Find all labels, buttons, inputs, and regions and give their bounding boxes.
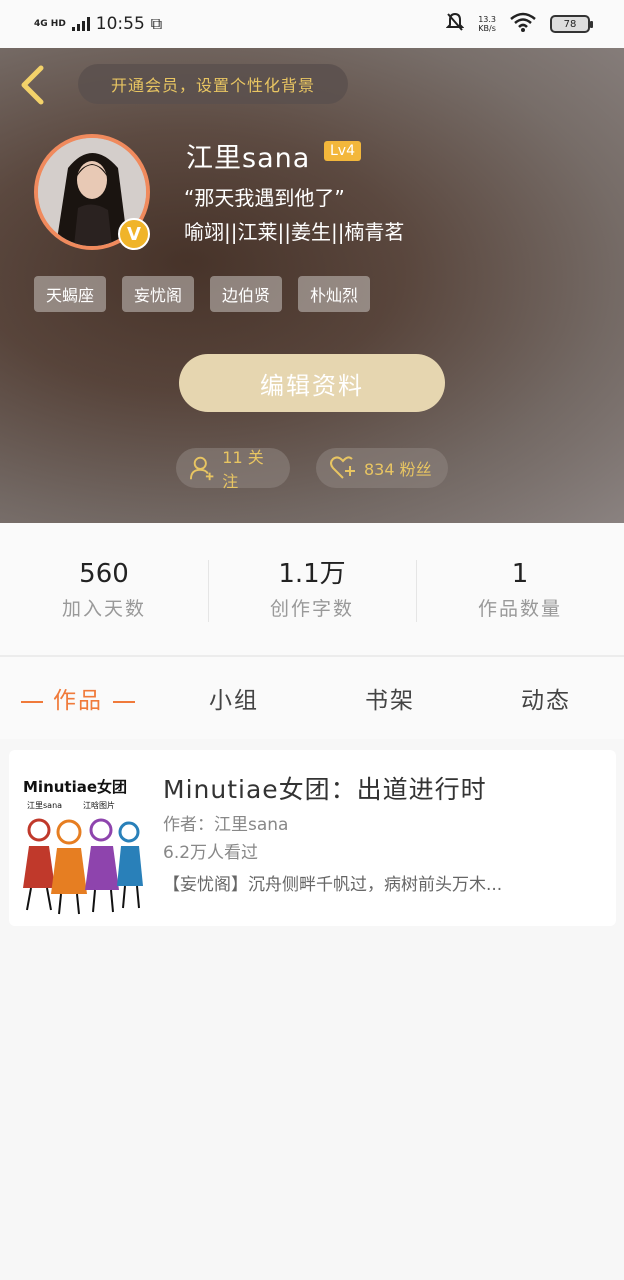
status-bar: 4G HD 10:55 ⧉ 13.3 KB/s 78 bbox=[0, 0, 624, 48]
signal-icon bbox=[71, 17, 90, 31]
speed-value: 13.3 bbox=[478, 15, 496, 24]
speed-unit: KB/s bbox=[478, 24, 496, 33]
screenshot-icon: ⧉ bbox=[150, 14, 163, 33]
tab-bookshelf[interactable]: 书架 bbox=[312, 681, 468, 715]
bio-line-1: “那天我遇到他了” bbox=[184, 186, 345, 210]
stat-word-count: 1.1万 创作字数 bbox=[208, 558, 416, 622]
tab-bar: 作品 小组 书架 动态 bbox=[0, 657, 624, 739]
stat-value: 1 bbox=[511, 558, 529, 589]
stat-value: 560 bbox=[79, 558, 129, 589]
network-speed: 13.3 KB/s bbox=[478, 15, 496, 33]
bio-line-2: 喻翊||江莱||姜生||楠青茗 bbox=[184, 220, 405, 244]
edit-profile-button[interactable]: 编辑资料 bbox=[179, 354, 445, 412]
stat-label: 加入天数 bbox=[61, 597, 146, 620]
stat-label: 创作字数 bbox=[269, 597, 354, 620]
status-left: 4G HD 10:55 ⧉ bbox=[34, 14, 162, 34]
following-button[interactable]: 11 关注 bbox=[176, 448, 290, 491]
tag-item[interactable]: 天蝎座 bbox=[34, 276, 107, 312]
mute-bell-icon bbox=[445, 12, 465, 37]
profile-header: 开通会员，设置个性化背景 V 江里sana Lv4 “那天我遇到他了” 喻翊||… bbox=[0, 48, 624, 523]
battery-icon: 78 bbox=[550, 15, 593, 33]
tab-indicator bbox=[113, 700, 135, 703]
stat-works-count: 1 作品数量 bbox=[416, 558, 624, 622]
tag-item[interactable]: 边伯贤 bbox=[210, 276, 283, 312]
stat-join-days: 560 加入天数 bbox=[0, 558, 208, 621]
cover-image: Minutiae女团 江里sana 江晗图片 bbox=[17, 758, 147, 918]
work-title[interactable]: Minutiae女团：出道进行时 bbox=[163, 770, 487, 806]
cover-title: Minutiae女团 bbox=[23, 778, 127, 796]
stat-label: 作品数量 bbox=[477, 597, 562, 620]
tab-groups[interactable]: 小组 bbox=[156, 681, 312, 715]
cover-subtitle-1: 江里sana bbox=[27, 801, 62, 810]
work-description: 【妄忧阁】沉舟侧畔千帆过，病树前头万木... bbox=[163, 875, 503, 895]
network-indicator: 4G HD bbox=[34, 18, 66, 29]
vip-banner[interactable]: 开通会员，设置个性化背景 bbox=[78, 64, 348, 104]
stat-value: 1.1万 bbox=[278, 558, 346, 589]
work-author: 作者：江里sana bbox=[163, 815, 289, 835]
tab-works[interactable]: 作品 bbox=[0, 681, 156, 715]
fans-button[interactable]: 834 粉丝 bbox=[316, 448, 448, 488]
cover-subtitle-2: 江晗图片 bbox=[83, 800, 115, 810]
back-button[interactable] bbox=[14, 62, 50, 108]
tag-item[interactable]: 妄忧阁 bbox=[122, 276, 195, 312]
add-user-icon bbox=[190, 456, 214, 481]
username: 江里sana bbox=[186, 143, 311, 174]
heart-plus-icon bbox=[330, 456, 355, 479]
fans-count: 834 粉丝 bbox=[364, 460, 432, 479]
tab-activity[interactable]: 动态 bbox=[468, 681, 624, 715]
following-count: 11 关注 bbox=[222, 448, 264, 491]
chevron-left-icon bbox=[21, 65, 44, 105]
stats-row: 560 加入天数 1.1万 创作字数 1 作品数量 bbox=[0, 523, 624, 655]
verified-badge: V bbox=[118, 218, 150, 250]
clock: 10:55 bbox=[95, 14, 145, 34]
status-right: 13.3 KB/s 78 bbox=[445, 12, 593, 37]
wifi-icon bbox=[510, 12, 536, 37]
tag-item[interactable]: 朴灿烈 bbox=[298, 276, 371, 312]
work-cover[interactable]: Minutiae女团 江里sana 江晗图片 bbox=[17, 758, 147, 918]
level-badge: Lv4 bbox=[324, 141, 361, 161]
tab-label: 作品 bbox=[53, 688, 103, 714]
tab-indicator bbox=[21, 700, 43, 703]
work-card[interactable]: Minutiae女团 江里sana 江晗图片 Minutiae女团：出道进行时 … bbox=[9, 750, 616, 926]
tag-list: 天蝎座 妄忧阁 边伯贤 朴灿烈 bbox=[34, 276, 371, 312]
work-views: 6.2万人看过 bbox=[163, 843, 259, 863]
